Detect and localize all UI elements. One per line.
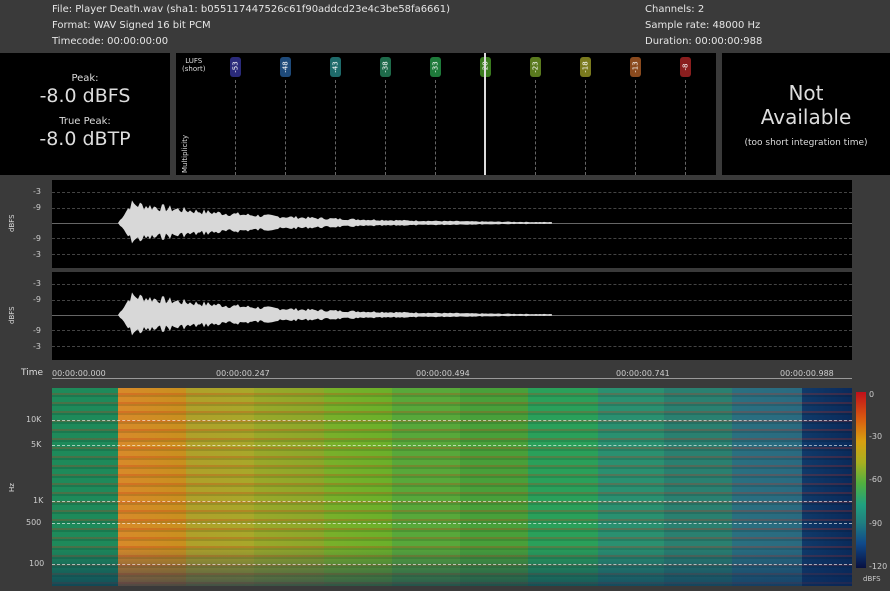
spectrogram — [52, 388, 852, 586]
peak-panel: Peak: -8.0 dBFS True Peak: -8.0 dBTP — [0, 53, 170, 175]
channels-line: Channels: 2 — [645, 4, 705, 15]
duration-line: Duration: 00:00:00:988 — [645, 36, 763, 47]
waveform-1-tick: -3 — [33, 187, 41, 196]
freq-tick: 5K — [31, 440, 42, 449]
stream-info: Channels: 2 Sample rate: 48000 Hz Durati… — [645, 2, 762, 50]
spectrogram-ylabel: Hz — [8, 483, 16, 492]
waveform-2-tick: -9 — [33, 326, 41, 335]
lufs-mark-badge: -18 — [580, 57, 591, 77]
lufs-mark-line — [585, 80, 586, 175]
time-tick: 00:00:00.741 — [616, 369, 670, 378]
waveform-2-svg — [118, 292, 552, 336]
lufs-mark-line — [635, 80, 636, 175]
timecode-line: Timecode: 00:00:00:00 — [52, 36, 169, 47]
lufs-mark-badge: -48 — [280, 57, 291, 77]
integrated-line2: Available — [760, 105, 852, 129]
waveform-1-svg — [118, 200, 552, 244]
time-tick: 00:00:00.247 — [216, 369, 270, 378]
lufs-mark-label: -18 — [581, 61, 590, 73]
waveform-1-path — [118, 200, 552, 244]
colorbar-tick: -90 — [869, 519, 883, 528]
lufs-mark-badge: -43 — [330, 57, 341, 77]
waveform-channel-2 — [52, 272, 852, 360]
lufs-mark-badge: -53 — [230, 57, 241, 77]
peak-value: -8.0 dBFS — [39, 85, 131, 107]
waveform-1-tick: -9 — [33, 203, 41, 212]
waveform-2-tick: -3 — [33, 342, 41, 351]
time-axis-line — [52, 378, 852, 379]
sample-rate-line: Sample rate: 48000 Hz — [645, 20, 761, 31]
freq-tick: 10K — [26, 415, 42, 424]
integrated-line1: Not — [788, 81, 824, 105]
colorbar-tick: -60 — [869, 475, 883, 484]
lufs-mark-label: -48 — [281, 61, 290, 73]
lufs-mark-badge: -33 — [430, 57, 441, 77]
colorbar — [856, 392, 866, 568]
waveform-2-ylabel: dBFS — [8, 306, 16, 324]
freq-tick: 100 — [29, 559, 45, 568]
colorbar-tick: -120 — [869, 562, 888, 571]
freq-gridline — [52, 445, 852, 447]
lufs-mark-badge: -38 — [380, 57, 391, 77]
waveform-2-tick: -9 — [33, 295, 41, 304]
lufs-mark-badge: -23 — [530, 57, 541, 77]
time-tick: 00:00:00.988 — [780, 369, 834, 378]
lufs-mark-line — [335, 80, 336, 175]
freq-gridline — [52, 420, 852, 422]
lufs-mark-line — [535, 80, 536, 175]
lufs-mark-line — [285, 80, 286, 175]
freq-tick: 1K — [33, 496, 44, 505]
lufs-mark-label: -43 — [331, 61, 340, 73]
integrated-note: (too short integration time) — [744, 138, 868, 148]
colorbar-tick: 0 — [869, 390, 875, 399]
colorbar-tick: -30 — [869, 432, 883, 441]
freq-gridline — [52, 564, 852, 566]
colorbar-label: dBFS — [863, 575, 881, 583]
freq-gridline — [52, 501, 852, 503]
multiplicity-label: Multiplicity — [181, 134, 189, 173]
lufs-title-line1: LUFS — [185, 57, 203, 65]
time-tick: 00:00:00.494 — [416, 369, 470, 378]
lufs-mark-label: -8 — [681, 63, 690, 71]
peak-label: Peak: — [71, 73, 99, 84]
lufs-mark-label: -53 — [231, 61, 240, 73]
waveform-1-tick: -9 — [33, 234, 41, 243]
freq-gridline — [52, 523, 852, 525]
lufs-mark-label: -23 — [531, 61, 540, 73]
lufs-title: LUFS (short) — [182, 57, 205, 73]
lufs-mark-label: -38 — [381, 61, 390, 73]
file-info: File: Player Death.wav (sha1: b055117447… — [52, 2, 450, 50]
lufs-current-indicator — [484, 53, 486, 175]
spectrogram-fade — [52, 388, 852, 586]
true-peak-label: True Peak: — [59, 116, 111, 127]
lufs-title-line2: (short) — [182, 65, 206, 73]
lufs-mark-line — [435, 80, 436, 175]
waveform-1-tick: -3 — [33, 250, 41, 259]
lufs-mark-label: -33 — [431, 61, 440, 73]
waveform-1-ylabel: dBFS — [8, 214, 16, 232]
waveform-channel-1 — [52, 180, 852, 268]
lufs-mark-label: -13 — [631, 61, 640, 73]
time-tick: 00:00:00.000 — [52, 369, 106, 378]
waveform-2-path — [118, 292, 552, 336]
lufs-mark-line — [685, 80, 686, 175]
waveform-2-tick: -3 — [33, 279, 41, 288]
lufs-mark-line — [385, 80, 386, 175]
time-axis-label: Time — [21, 368, 44, 378]
lufs-mark-badge: -13 — [630, 57, 641, 77]
file-name-line: File: Player Death.wav (sha1: b055117447… — [52, 4, 451, 15]
freq-tick: 500 — [26, 518, 42, 527]
true-peak-value: -8.0 dBTP — [39, 128, 131, 150]
lufs-mark-badge: -8 — [680, 57, 691, 77]
lufs-mark-line — [235, 80, 236, 175]
format-line: Format: WAV Signed 16 bit PCM — [52, 20, 211, 31]
integrated-panel: Not Available (too short integration tim… — [722, 53, 890, 175]
